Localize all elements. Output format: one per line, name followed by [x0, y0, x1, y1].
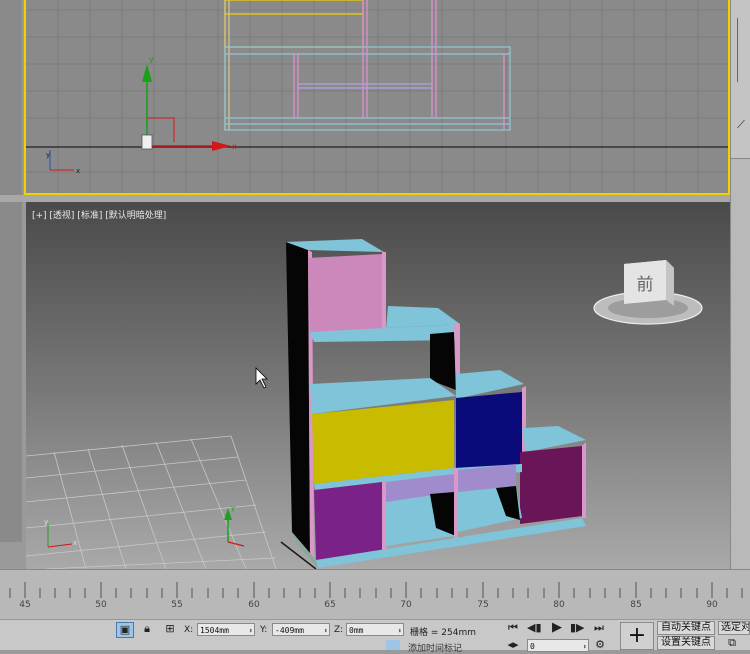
- top-viewport-canvas[interactable]: y x y x: [26, 0, 730, 195]
- viewcube-front-label: 前: [637, 275, 654, 295]
- panel-blue[interactable]: [456, 392, 522, 470]
- panel-purple[interactable]: [314, 482, 382, 560]
- gizmo-x-arrow[interactable]: [212, 141, 231, 151]
- lock-icon[interactable]: 🔒︎: [140, 622, 154, 636]
- add-time-tag[interactable]: 添加时间标记: [408, 641, 462, 654]
- viewport-divider[interactable]: [0, 195, 750, 202]
- pivot-y-label: y: [231, 504, 235, 512]
- timeline-tick-label: 85: [630, 600, 642, 610]
- timeline-tick-label: 60: [248, 600, 260, 610]
- set-key-button[interactable]: +: [620, 622, 654, 650]
- move-gizmo[interactable]: y x: [141, 55, 237, 151]
- gizmo-center[interactable]: [141, 134, 153, 150]
- left-viewport-strip-top[interactable]: [0, 0, 22, 195]
- pin-icon[interactable]: ⟋: [734, 118, 748, 132]
- y-coord-label: Y:: [260, 625, 268, 635]
- persp-mini-axis: y x: [44, 518, 77, 548]
- spinner-icon[interactable]: ⬍: [398, 625, 402, 638]
- panel-magenta[interactable]: [520, 446, 582, 524]
- key-filters-icon[interactable]: ⧉: [722, 636, 742, 650]
- auto-key-button[interactable]: 自动关键点: [657, 621, 715, 635]
- perspective-viewport[interactable]: 前 y x y [+] [透视] [标准] [默认明暗处理]: [26, 202, 730, 569]
- mini-axis-y-label: y: [46, 151, 50, 159]
- panel-pink[interactable]: [308, 254, 382, 334]
- status-bar: ▣ 🔒︎ ⊞ X: 1504mm ⬍ Y: -409mm ⬍ Z: 0mm ⬍ …: [0, 619, 750, 654]
- timeline-tick-label: 45: [19, 600, 31, 610]
- top-viewport[interactable]: y x y x: [24, 0, 730, 195]
- persp-mini-axis-x: x: [73, 539, 77, 547]
- viewcube[interactable]: 前: [593, 260, 703, 325]
- selection-set-dropdown[interactable]: 选定对: [718, 621, 750, 635]
- spinner-icon[interactable]: ⬍: [249, 625, 253, 638]
- top-shelf-wireframe[interactable]: [224, 0, 511, 131]
- absolute-mode-icon[interactable]: ⊞: [163, 622, 177, 635]
- gizmo-x-label: x: [232, 142, 237, 151]
- key-mode-icon[interactable]: ◂▸: [506, 638, 520, 651]
- z-coord-field[interactable]: 0mm ⬍: [346, 623, 404, 636]
- top-grid: [26, 0, 728, 193]
- gizmo-y-arrow[interactable]: [142, 64, 152, 82]
- mini-axis-x-label: x: [76, 167, 80, 175]
- command-panel-strip[interactable]: ⟋: [730, 0, 750, 570]
- selection-lock-icon[interactable]: ▣: [116, 622, 134, 638]
- timeline-tick-label: 55: [171, 600, 183, 610]
- timeline-tick-label: 75: [477, 600, 489, 610]
- timeline-ruler[interactable]: 45 50 55 60 65 70 75 80 85 90: [0, 569, 750, 620]
- panel-scroll-indicator[interactable]: [737, 18, 748, 82]
- z-coord-value: 0mm: [349, 626, 364, 635]
- grid-size-text: 栅格 = 254mm: [410, 628, 476, 638]
- timeline-tick-label: 80: [553, 600, 565, 610]
- plus-key-icon: +: [627, 623, 647, 648]
- viewport-label[interactable]: [+] [透视] [标准] [默认明暗处理]: [32, 208, 166, 221]
- go-to-end-icon[interactable]: ⏭: [592, 621, 606, 635]
- perspective-canvas[interactable]: 前 y x y: [26, 202, 730, 569]
- timeline-ticks: [9, 582, 743, 598]
- play-icon[interactable]: ▶: [550, 620, 564, 635]
- top-mini-axis: y x: [46, 150, 80, 175]
- timeline-tick-label: 65: [324, 600, 336, 610]
- x-coord-label: X:: [184, 625, 194, 635]
- left-viewport-strip-bottom[interactable]: [0, 202, 22, 542]
- current-frame-field[interactable]: 0 ⬍: [527, 639, 589, 652]
- current-frame-value: 0: [530, 642, 535, 651]
- z-coord-label: Z:: [334, 625, 344, 635]
- next-frame-icon[interactable]: ▮▶: [570, 621, 585, 634]
- mouse-cursor: [255, 367, 268, 389]
- timeline-tick-label: 50: [95, 600, 107, 610]
- y-coord-field[interactable]: -409mm ⬍: [272, 623, 330, 636]
- gizmo-y-label: y: [149, 55, 154, 64]
- y-coord-value: -409mm: [275, 626, 304, 635]
- x-coord-field[interactable]: 1504mm ⬍: [197, 623, 255, 636]
- persp-mini-axis-y: y: [44, 518, 48, 526]
- set-key-text-button[interactable]: 设置关键点: [657, 636, 715, 650]
- spinner-icon[interactable]: ⬍: [324, 625, 328, 638]
- timeline-tick-label: 70: [400, 600, 412, 610]
- x-coord-value: 1504mm: [200, 626, 229, 635]
- command-panel-body[interactable]: [731, 158, 750, 570]
- spinner-icon[interactable]: ⬍: [583, 641, 587, 654]
- previous-frame-icon[interactable]: ◀▮: [527, 621, 542, 634]
- timeline-tick-label: 90: [706, 600, 718, 610]
- time-config-icon[interactable]: ⚙: [594, 638, 606, 651]
- go-to-start-icon[interactable]: ⏮: [506, 621, 520, 635]
- shelf-model[interactable]: [286, 239, 586, 568]
- floor-grid: [26, 435, 277, 569]
